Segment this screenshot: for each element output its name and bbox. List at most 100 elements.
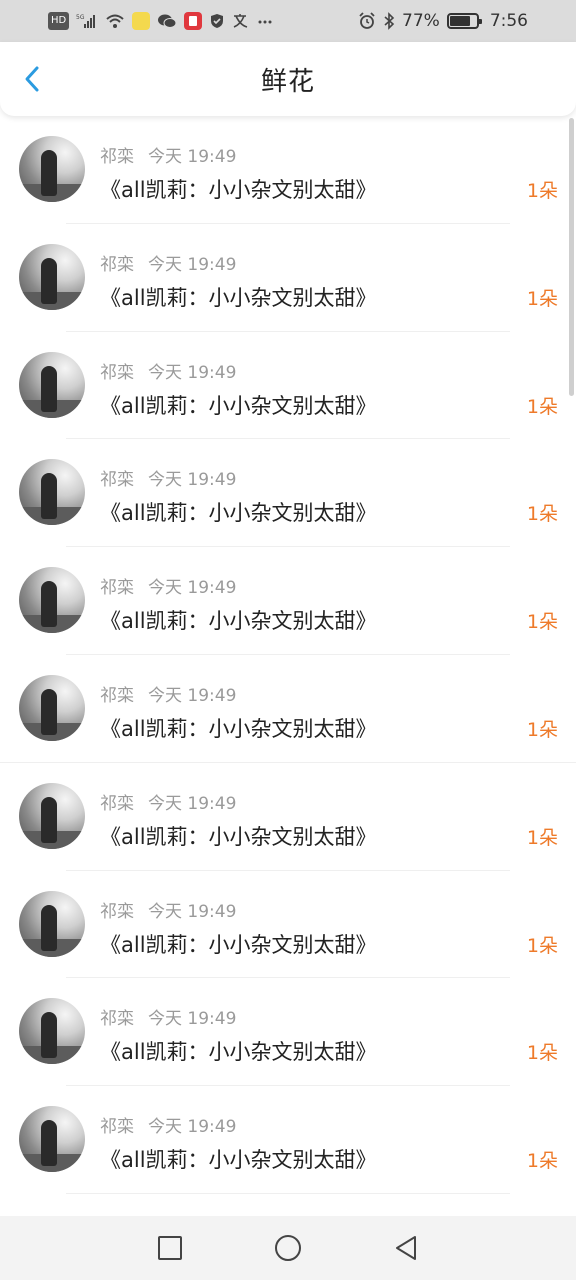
timestamp: 今天 19:49 [148,685,237,706]
header: 鲜花 [0,42,576,116]
more-icon [257,12,273,30]
user-name[interactable]: 祁栾 [100,1112,134,1137]
battery-percent: 77% [402,11,440,31]
user-name[interactable]: 祁栾 [100,681,134,706]
timestamp: 今天 19:49 [148,901,237,922]
bluetooth-icon [383,12,395,30]
scrollbar[interactable] [569,118,574,396]
flower-count: 1朵 [526,934,558,957]
item-meta: 祁栾 今天 19:49 [100,1112,236,1137]
avatar-figure [41,796,57,843]
triangle-back-icon [396,1236,416,1260]
app-icon [184,12,203,30]
list-item[interactable]: 祁栾 今天 19:49 《all凯莉：小小杂文别太甜》 1朵 [0,655,576,763]
wifi-icon [105,12,125,30]
user-name[interactable]: 祁栾 [100,573,134,598]
item-meta: 祁栾 今天 19:49 [100,1004,236,1029]
avatar-figure [41,688,57,735]
item-meta: 祁栾 今天 19:49 [100,789,236,814]
home-button[interactable] [273,1233,303,1263]
signal-icon: 5G [76,12,98,30]
avatar[interactable] [19,674,85,741]
book-title[interactable]: 《all凯莉：小小杂文别太甜》 [100,713,377,743]
avatar-figure [41,365,57,412]
item-meta: 祁栾 今天 19:49 [100,681,236,706]
status-bar-right: 77% 7:56 [358,11,528,31]
book-title[interactable]: 《all凯莉：小小杂文别太甜》 [100,1144,377,1174]
avatar[interactable] [19,243,85,310]
avatar[interactable] [19,136,85,202]
item-meta: 祁栾 今天 19:49 [100,573,236,598]
clock: 7:56 [489,11,528,31]
user-name[interactable]: 祁栾 [100,250,134,275]
list-item[interactable]: 祁栾 今天 19:49 《all凯莉：小小杂文别太甜》 1朵 [0,1086,576,1194]
flower-count: 1朵 [526,611,558,634]
book-title[interactable]: 《all凯莉：小小杂文别太甜》 [100,1036,377,1066]
battery-icon [446,13,482,29]
alarm-icon [358,12,376,30]
avatar[interactable] [19,998,85,1065]
list-item[interactable]: 祁栾 今天 19:49 《all凯莉：小小杂文别太甜》 1朵 [0,978,576,1087]
list-item[interactable]: 祁栾 今天 19:49 《all凯莉：小小杂文别太甜》 1朵 [0,871,576,979]
list-item[interactable]: 祁栾 今天 19:49 《all凯莉：小小杂文别太甜》 1朵 [0,224,576,332]
chevron-left-icon [25,66,39,92]
flower-count: 1朵 [526,1150,558,1173]
user-name[interactable]: 祁栾 [100,358,134,383]
item-meta: 祁栾 今天 19:49 [100,142,236,167]
list-item[interactable]: 祁栾 今天 19:49 《all凯莉：小小杂文别太甜》 1朵 [0,547,576,655]
avatar-figure [41,473,57,520]
flower-count: 1朵 [526,395,558,418]
app-icon [132,12,151,30]
book-title[interactable]: 《all凯莉：小小杂文别太甜》 [100,605,377,635]
back-nav-button[interactable] [391,1233,421,1263]
user-name[interactable]: 祁栾 [100,789,134,814]
avatar[interactable] [19,782,85,849]
avatar[interactable] [19,459,85,526]
recent-apps-button[interactable] [155,1233,185,1263]
avatar-figure [41,1120,57,1167]
item-meta: 祁栾 今天 19:49 [100,465,236,490]
list-item[interactable]: 祁栾 今天 19:49 《all凯莉：小小杂文别太甜》 1朵 [0,439,576,548]
avatar[interactable] [19,351,85,418]
book-title[interactable]: 《all凯莉：小小杂文别太甜》 [100,821,377,851]
book-title[interactable]: 《all凯莉：小小杂文别太甜》 [100,174,377,204]
circle-icon [275,1235,301,1261]
timestamp: 今天 19:49 [148,470,237,491]
square-icon [158,1236,182,1260]
user-name[interactable]: 祁栾 [100,465,134,490]
flower-count: 1朵 [526,826,558,849]
avatar-figure [41,150,57,196]
avatar-figure [41,904,57,951]
user-name[interactable]: 祁栾 [100,1004,134,1029]
list-item[interactable]: 祁栾 今天 19:49 《all凯莉：小小杂文别太甜》 1朵 [0,763,576,871]
book-title[interactable]: 《all凯莉：小小杂文别太甜》 [100,282,377,312]
list-item[interactable]: 祁栾 今天 19:49 《all凯莉：小小杂文别太甜》 1朵 [0,332,576,440]
timestamp: 今天 19:49 [148,793,237,814]
flower-list[interactable]: 祁栾 今天 19:49 《all凯莉：小小杂文别太甜》 1朵 祁栾 今天 19:… [0,116,576,1216]
back-button[interactable] [18,64,48,94]
network-label: 5G [76,14,85,21]
book-title[interactable]: 《all凯莉：小小杂文别太甜》 [100,929,377,959]
flower-count: 1朵 [526,180,558,202]
wechat-icon [157,12,177,30]
status-bar-left: HD 5G [48,12,273,30]
timestamp: 今天 19:49 [148,362,237,383]
item-meta: 祁栾 今天 19:49 [100,250,236,275]
avatar[interactable] [19,890,85,957]
list-item[interactable]: 祁栾 今天 19:49 《all凯莉：小小杂文别太甜》 1朵 [0,116,576,224]
user-name[interactable]: 祁栾 [100,897,134,922]
avatar[interactable] [19,1106,85,1173]
book-title[interactable]: 《all凯莉：小小杂文别太甜》 [100,497,377,527]
flower-count: 1朵 [526,503,558,526]
item-meta: 祁栾 今天 19:49 [100,358,236,383]
timestamp: 今天 19:49 [148,254,237,275]
avatar[interactable] [19,567,85,634]
status-bar: HD 5G 77% 7:56 [0,0,576,42]
timestamp: 今天 19:49 [148,1009,237,1030]
book-title[interactable]: 《all凯莉：小小杂文别太甜》 [100,390,377,420]
avatar-figure [41,581,57,628]
hd-icon: HD [48,12,70,30]
page-title: 鲜花 [260,66,315,97]
user-name[interactable]: 祁栾 [100,142,134,167]
translate-icon [232,12,250,30]
